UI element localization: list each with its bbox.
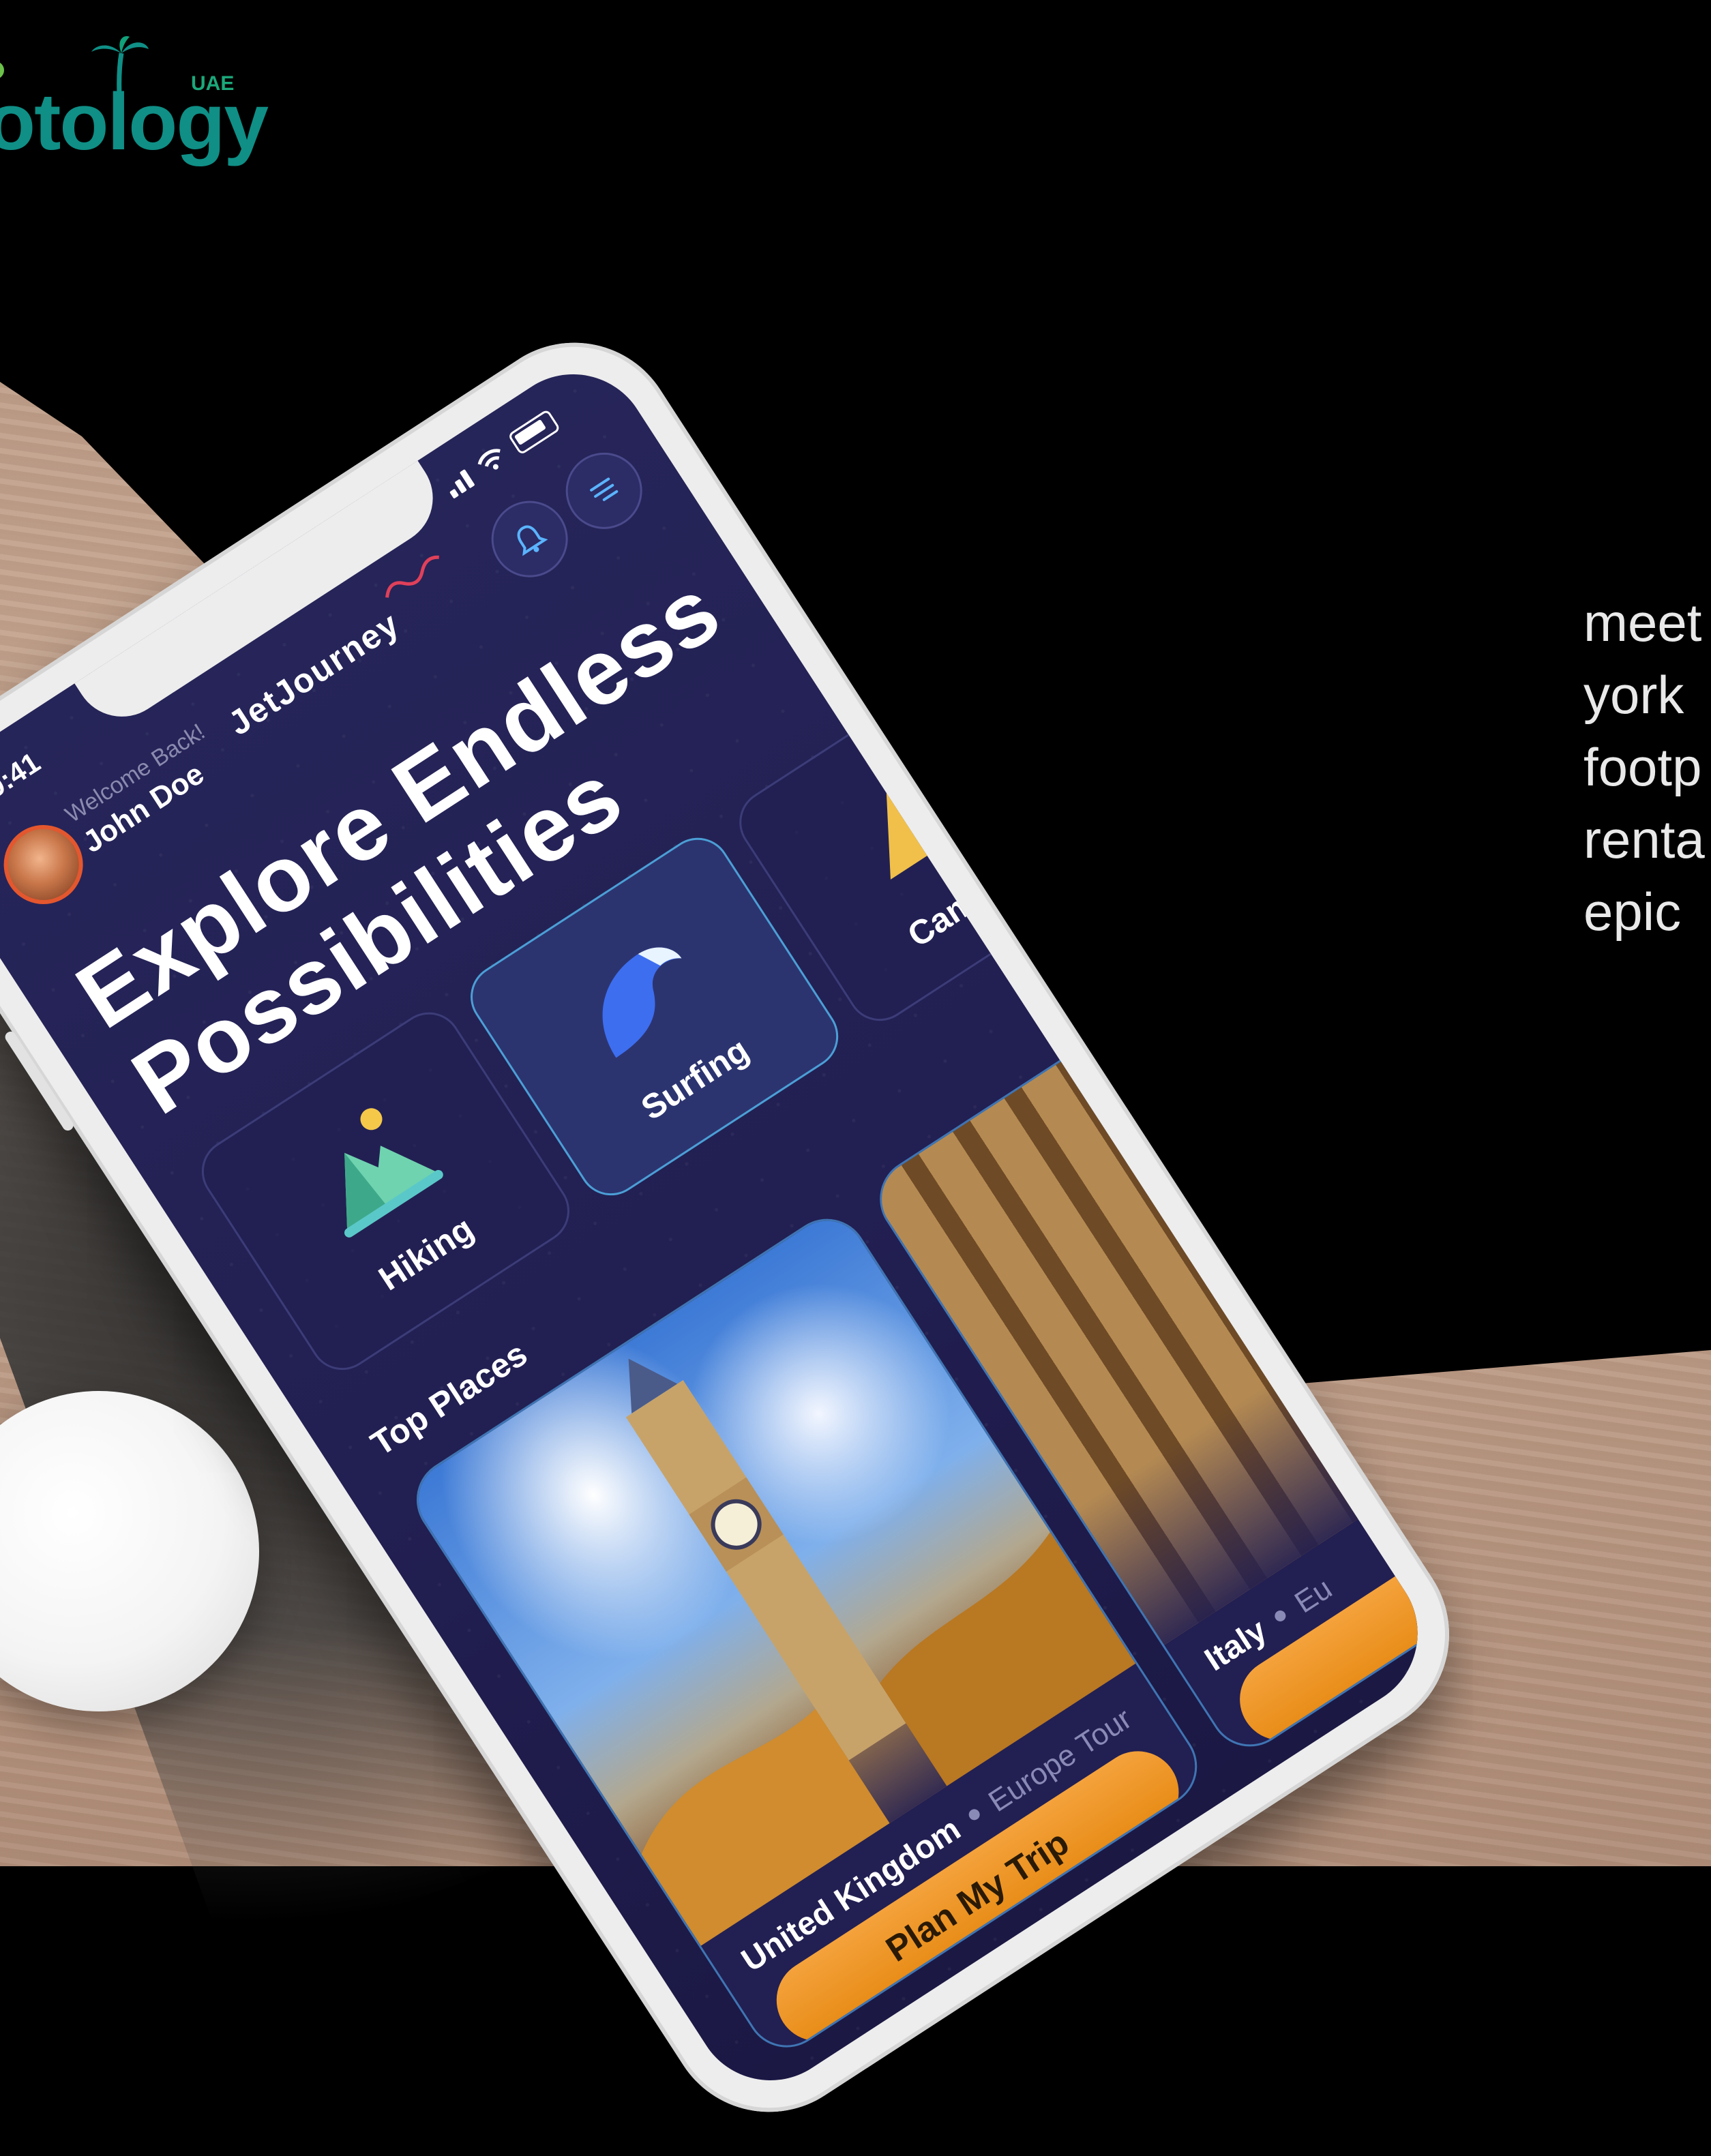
brand-logo: otology UAE <box>0 34 269 162</box>
signal-icon <box>443 468 475 499</box>
status-icons <box>441 408 561 499</box>
bell-icon <box>517 525 548 556</box>
side-copy: meet york footp renta epic <box>1583 586 1705 948</box>
menu-button[interactable] <box>551 438 657 544</box>
side-copy-line: york <box>1583 665 1684 725</box>
brand-region: UAE <box>191 72 235 95</box>
side-copy-line: meet <box>1583 593 1702 653</box>
mountain-icon <box>344 1108 443 1238</box>
separator-dot <box>1273 1608 1288 1624</box>
wave-icon <box>602 947 682 1058</box>
tent-icon <box>886 785 971 880</box>
battery-icon <box>507 408 561 455</box>
wifi-icon <box>477 449 501 470</box>
separator-dot <box>966 1807 982 1823</box>
side-copy-line: epic <box>1583 882 1682 942</box>
side-copy-line: footp <box>1583 737 1702 797</box>
notifications-button[interactable] <box>477 486 583 593</box>
status-time: 9:41 <box>0 746 46 805</box>
place-tour: Eu <box>1289 1571 1338 1620</box>
menu-icon <box>590 477 619 501</box>
side-copy-line: renta <box>1583 809 1705 869</box>
